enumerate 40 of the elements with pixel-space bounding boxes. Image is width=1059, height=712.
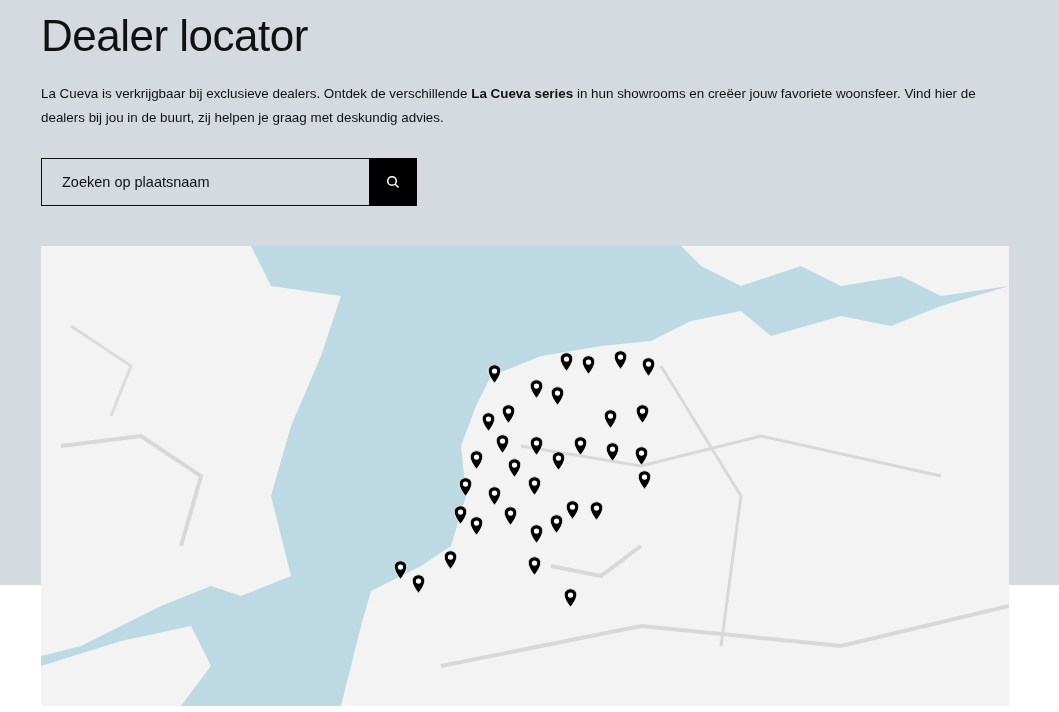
map-pin-icon[interactable] <box>641 357 656 378</box>
map-pin-icon[interactable] <box>501 404 516 425</box>
map-pin-icon[interactable] <box>605 442 620 463</box>
map-pin-icon[interactable] <box>487 364 502 385</box>
map-pin-icon[interactable] <box>469 450 484 471</box>
map-pin-icon[interactable] <box>565 500 580 521</box>
map-pin-icon[interactable] <box>549 514 564 535</box>
map-pin-icon[interactable] <box>469 516 484 537</box>
map-pin-icon[interactable] <box>443 550 458 571</box>
map-pin-icon[interactable] <box>581 355 596 376</box>
map-pin-icon[interactable] <box>529 436 544 457</box>
map-pin-icon[interactable] <box>603 409 618 430</box>
map-pin-icon[interactable] <box>393 560 408 581</box>
intro-text: La Cueva is verkrijgbaar bij exclusieve dealers. Ontdek de verschillende La Cueva series in hun showrooms en creëer jouw favoriete woonsfeer. Vind hier de dealers bij jou in de buurt, zij helpen je graag met deskundig advies. <box>41 85 977 128</box>
map-pin-icon[interactable] <box>527 476 542 497</box>
map-pin-icon[interactable] <box>453 505 468 526</box>
map-pin-icon[interactable] <box>411 574 426 595</box>
map-pin-icon[interactable] <box>550 386 565 407</box>
search-field[interactable]: Zoeken op plaatsnaam <box>41 158 369 207</box>
map-pin-icon[interactable] <box>637 470 652 491</box>
map-pin-icon[interactable] <box>529 379 544 400</box>
map-pin-icon[interactable] <box>635 404 650 425</box>
search-icon <box>386 175 400 190</box>
search-button[interactable] <box>369 158 417 207</box>
map-pin-icon[interactable] <box>503 506 518 527</box>
map-pin-icon[interactable] <box>487 486 502 507</box>
map-pin-icon[interactable] <box>495 434 510 455</box>
map-pin-icon[interactable] <box>458 477 473 498</box>
map-pin-icon[interactable] <box>507 458 522 479</box>
map-pin-icon[interactable] <box>481 412 496 433</box>
map-pin-icon[interactable] <box>529 524 544 545</box>
page-title: Dealer locator <box>41 12 309 61</box>
map-pin-icon[interactable] <box>613 350 628 371</box>
map-pin-icon[interactable] <box>559 352 574 373</box>
map-pin-icon[interactable] <box>563 588 578 609</box>
map-pin-icon[interactable] <box>634 446 649 467</box>
map-pin-icon[interactable] <box>573 436 588 457</box>
map-pin-icon[interactable] <box>527 556 542 577</box>
map-pin-icon[interactable] <box>589 501 604 522</box>
map-pin-icon[interactable] <box>551 451 566 472</box>
